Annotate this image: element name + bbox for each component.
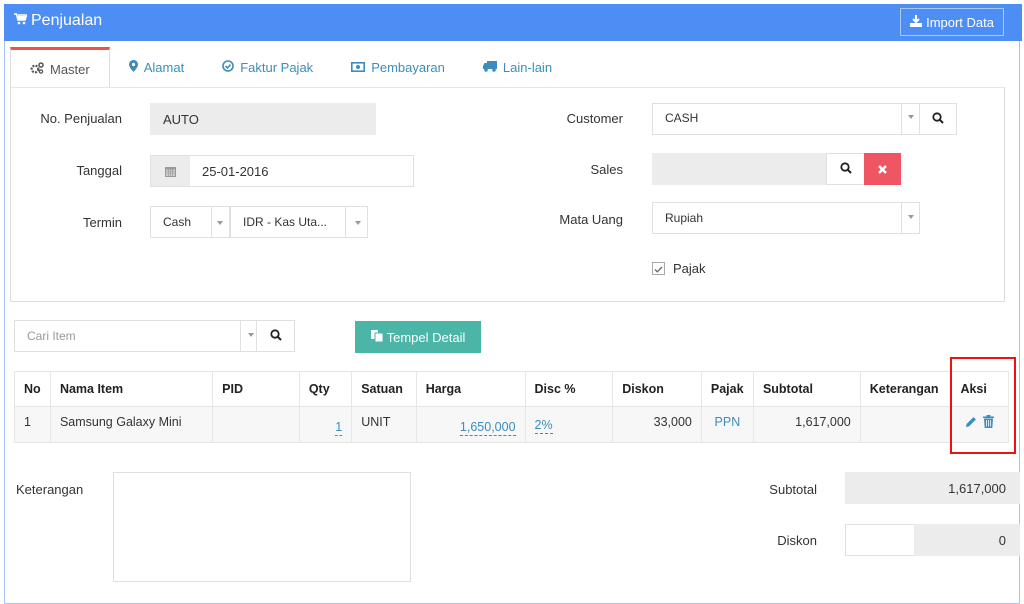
pajak-link[interactable]: PPN <box>715 415 741 429</box>
keterangan-textarea[interactable] <box>113 472 411 582</box>
panel-title: Penjualan <box>14 12 102 30</box>
item-search-button[interactable] <box>256 320 295 352</box>
cell-keterangan <box>860 406 952 443</box>
cell-diskon: 33,000 <box>612 406 702 443</box>
col-qty: Qty <box>299 371 353 407</box>
search-icon <box>839 161 852 177</box>
cell-satuan: UNIT <box>351 406 417 443</box>
pajak-label: Pajak <box>673 261 706 276</box>
edit-icon[interactable] <box>965 416 977 431</box>
tab-alamat[interactable]: Alamat <box>110 47 203 87</box>
search-icon <box>269 328 282 344</box>
cart-icon <box>14 12 28 30</box>
tab-master[interactable]: Master <box>10 47 110 88</box>
cogs-icon <box>30 61 44 77</box>
no-penjualan-label: No. Penjualan <box>40 111 122 126</box>
chevron-down-icon <box>217 221 223 225</box>
panel-header: Penjualan Import Data <box>4 4 1022 41</box>
tab-pembayaran[interactable]: Pembayaran <box>332 47 464 87</box>
col-nama-item: Nama Item <box>50 371 214 407</box>
map-marker-icon <box>128 59 138 75</box>
mata-uang-label: Mata Uang <box>559 212 623 227</box>
check-circle-icon <box>222 59 235 75</box>
cell-subtotal: 1,617,000 <box>753 406 861 443</box>
tab-bar: Master Alamat Faktur Pajak Pembayaran La… <box>10 47 571 88</box>
col-keterangan: Keterangan <box>860 371 952 407</box>
table-row: 1 Samsung Galaxy Mini 1 UNIT 1,650,000 2… <box>14 406 1009 443</box>
chevron-down-icon <box>355 221 361 225</box>
keterangan-label: Keterangan <box>16 482 84 497</box>
tanggal-label: Tanggal <box>76 163 122 178</box>
col-harga: Harga <box>416 371 526 407</box>
download-icon <box>910 14 923 30</box>
customer-label: Customer <box>566 111 623 126</box>
account-select[interactable]: IDR - Kas Uta... <box>230 206 368 238</box>
cell-pajak: PPN <box>701 406 754 443</box>
no-penjualan-field: AUTO <box>150 103 376 135</box>
col-no: No <box>14 371 51 407</box>
col-subtotal: Subtotal <box>753 371 861 407</box>
money-icon <box>351 60 366 75</box>
termin-label: Termin <box>82 215 122 230</box>
chevron-down-icon <box>908 215 914 219</box>
tanggal-field[interactable]: 25-01-2016 <box>150 155 414 187</box>
chevron-down-icon <box>248 333 254 337</box>
tempel-detail-button[interactable]: Tempel Detail <box>355 321 481 353</box>
mata-uang-select[interactable]: Rupiah <box>652 202 920 234</box>
check-icon <box>654 266 663 273</box>
termin-select[interactable]: Cash <box>150 206 230 238</box>
truck-icon <box>482 60 497 75</box>
diskon-label: Diskon <box>777 533 817 548</box>
search-icon <box>932 111 944 127</box>
col-diskon: Diskon <box>612 371 702 407</box>
cell-no: 1 <box>14 406 51 443</box>
col-disc-pct: Disc % <box>525 371 614 407</box>
import-data-button[interactable]: Import Data <box>900 8 1004 36</box>
cell-nama-item: Samsung Galaxy Mini <box>50 406 214 443</box>
table-header-row: No Nama Item PID Qty Satuan Harga Disc %… <box>14 371 1009 407</box>
cell-qty: 1 <box>299 406 353 443</box>
col-pid: PID <box>212 371 300 407</box>
page-title: Penjualan <box>31 12 103 29</box>
cell-harga: 1,650,000 <box>416 406 526 443</box>
diskon-total-field: 0 <box>914 524 1020 556</box>
pajak-checkbox[interactable] <box>652 262 665 275</box>
item-search-select[interactable]: Cari Item <box>14 320 257 352</box>
cell-aksi <box>950 406 1009 443</box>
diskon-input[interactable] <box>845 524 915 556</box>
cell-pid <box>212 406 300 443</box>
sales-clear-button[interactable] <box>864 153 901 185</box>
close-icon <box>878 162 887 177</box>
tab-lain-lain[interactable]: Lain-lain <box>464 47 571 87</box>
items-table: No Nama Item PID Qty Satuan Harga Disc %… <box>14 371 1009 443</box>
customer-search-button[interactable] <box>919 103 957 135</box>
cell-disc-pct: 2% <box>525 406 614 443</box>
tab-faktur-pajak[interactable]: Faktur Pajak <box>203 47 332 87</box>
subtotal-label: Subtotal <box>769 482 817 497</box>
sales-search-button[interactable] <box>826 153 865 185</box>
trash-icon[interactable] <box>982 415 994 431</box>
sales-field <box>652 153 827 185</box>
customer-select[interactable]: CASH <box>652 103 920 135</box>
col-aksi: Aksi <box>950 371 1009 407</box>
paste-icon <box>370 329 384 345</box>
col-pajak: Pajak <box>701 371 754 407</box>
sales-label: Sales <box>590 162 623 177</box>
calendar-icon[interactable] <box>151 156 190 186</box>
chevron-down-icon <box>908 115 914 119</box>
col-satuan: Satuan <box>351 371 417 407</box>
subtotal-field: 1,617,000 <box>845 472 1020 504</box>
disc-editable[interactable]: 2% <box>534 417 553 434</box>
qty-editable[interactable]: 1 <box>335 419 343 436</box>
harga-editable[interactable]: 1,650,000 <box>459 419 516 436</box>
